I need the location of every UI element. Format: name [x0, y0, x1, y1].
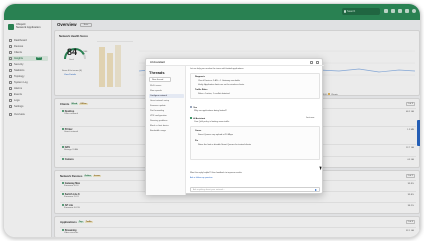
step-title: Fix: [195, 140, 199, 142]
step-title: Traffic Rules: [195, 89, 208, 91]
step-detail: Verify: Application limits are set for w…: [198, 84, 245, 86]
step-detail: Rules: 4 active, 1 conflict detected: [198, 93, 230, 95]
close-icon[interactable]: [316, 61, 319, 64]
thread-item[interactable]: Roaming problems: [149, 119, 184, 123]
user-message: Why are applications being limited?: [194, 110, 227, 112]
thread-item[interactable]: Guest network setup: [149, 99, 184, 103]
conversation: Let me help you resolve the issue with l…: [186, 66, 324, 195]
send-icon[interactable]: [315, 189, 317, 191]
ai-message-intro: Your QoS policy is limiting some traffic…: [194, 121, 230, 123]
thread-item-active[interactable]: Configure network: [149, 94, 184, 98]
modal-title: AI Assistant: [150, 61, 165, 64]
you-label: You: [190, 106, 197, 109]
feedback-prompt: Was this reply helpful? Give feedback to…: [190, 172, 243, 174]
thread-item[interactable]: Firmware update: [149, 104, 184, 108]
app-window: Search Ubiquiti Network Application Dash…: [3, 3, 421, 238]
message-intro: Let me help you resolve the issue with l…: [190, 68, 244, 70]
diagnosis-box: Diagnosis Check Devices: 2 APs - 1 Gatew…: [190, 73, 320, 99]
chat-input[interactable]: Ask anything about your network...: [190, 187, 320, 192]
new-thread-button[interactable]: New thread: [149, 77, 171, 82]
suggested-question[interactable]: Ask a follow-up question: [190, 177, 213, 179]
chat-input-placeholder: Ask anything about your network...: [193, 189, 225, 191]
thread-item[interactable]: Wi-Fi issues: [149, 84, 184, 88]
step-detail: Raise the limit or disable Smart Queues …: [198, 144, 252, 146]
threads-panel: Threads New thread Wi-Fi issues Slow spe…: [146, 66, 186, 195]
expand-icon[interactable]: [310, 61, 313, 64]
step-title: Cause: [195, 130, 202, 132]
answer-box: Cause Smart Queues cap upload at 20 Mbps…: [190, 126, 320, 160]
thread-item[interactable]: Port forwarding: [149, 109, 184, 113]
thread-item[interactable]: Slow speeds: [149, 89, 184, 93]
thread-item[interactable]: VPN configuration: [149, 114, 184, 118]
threads-title: Threads: [149, 70, 165, 75]
step-detail: Check Devices: 2 APs - 1 Gateway reachab…: [198, 80, 240, 82]
thread-item[interactable]: Bandwidth usage: [149, 129, 184, 133]
ai-label: AI Assistant: [190, 117, 205, 120]
step-detail: Smart Queues cap upload at 20 Mbps: [198, 134, 234, 136]
message-time: Just now: [306, 117, 315, 119]
thread-item[interactable]: Block a client device: [149, 124, 184, 128]
modal-header: AI Assistant: [146, 59, 324, 66]
step-title: Diagnosis: [195, 76, 205, 78]
assistant-modal: AI Assistant Threads New thread Wi-Fi is…: [145, 58, 324, 195]
